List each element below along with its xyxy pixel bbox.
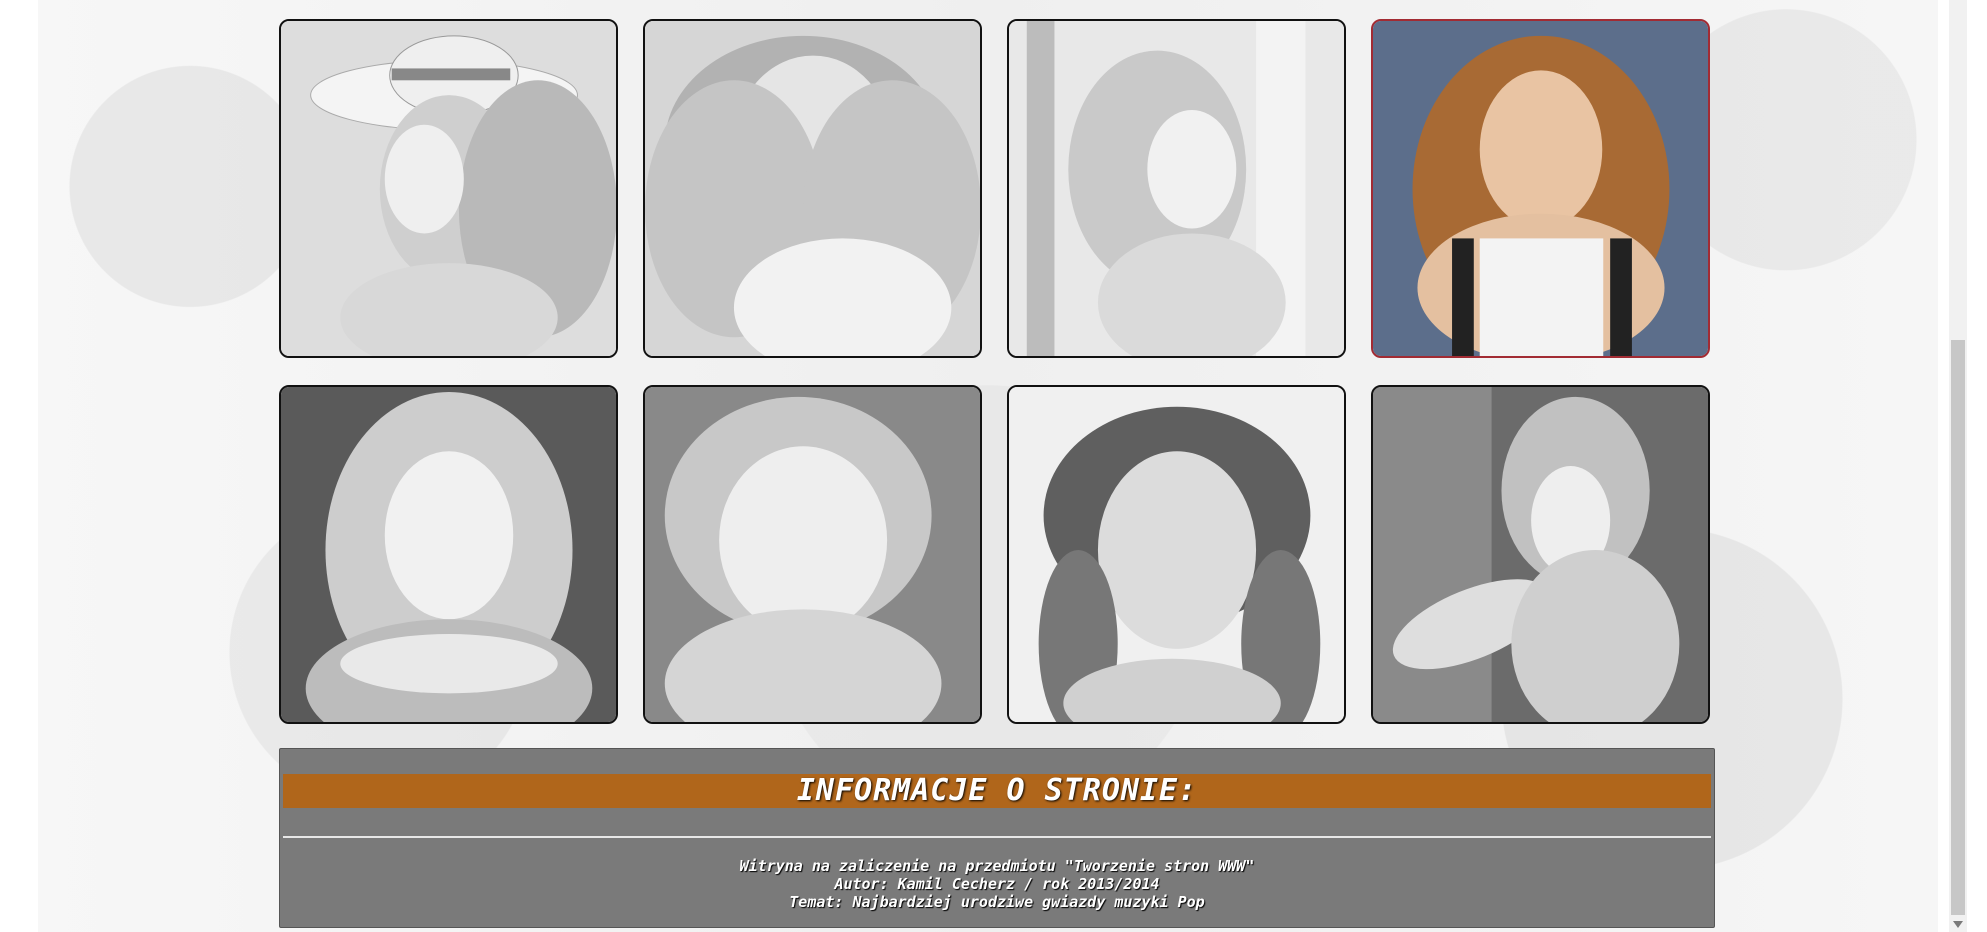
photo-image-7 <box>1009 387 1344 722</box>
photo-image-3 <box>1009 21 1344 356</box>
gallery-photo-1[interactable] <box>279 19 618 358</box>
site-info-footer: INFORMACJE O STRONIE: Witryna na zalicze… <box>279 748 1715 928</box>
photo-image-2 <box>645 21 980 356</box>
gallery-photo-2[interactable] <box>643 19 982 358</box>
photo-image-1 <box>281 21 616 356</box>
gallery-photo-4[interactable] <box>1371 19 1710 358</box>
vertical-scrollbar[interactable] <box>1949 0 1967 932</box>
photo-gallery <box>279 19 1715 725</box>
footer-course-line: Witryna na zaliczenie na przedmiotu "Two… <box>739 857 1255 875</box>
footer-heading-bar: INFORMACJE O STRONIE: <box>283 774 1711 808</box>
gallery-photo-7[interactable] <box>1007 385 1346 724</box>
photo-image-5 <box>281 387 616 722</box>
scroll-down-arrow-icon[interactable] <box>1953 921 1963 928</box>
footer-topic-line: Temat: Najbardziej urodziwe gwiazdy muzy… <box>789 893 1205 911</box>
scrollbar-thumb[interactable] <box>1951 340 1965 915</box>
gallery-photo-3[interactable] <box>1007 19 1346 358</box>
gallery-photo-8[interactable] <box>1371 385 1710 724</box>
footer-author-line: Autor: Kamil Cecherz / rok 2013/2014 <box>834 875 1160 893</box>
gallery-photo-6[interactable] <box>643 385 982 724</box>
photo-image-8 <box>1373 387 1708 722</box>
footer-divider <box>283 836 1711 838</box>
gallery-photo-5[interactable] <box>279 385 618 724</box>
photo-image-6 <box>645 387 980 722</box>
left-page-margin <box>0 0 38 932</box>
footer-heading: INFORMACJE O STRONIE: <box>796 773 1198 808</box>
photo-image-4 <box>1373 21 1708 356</box>
